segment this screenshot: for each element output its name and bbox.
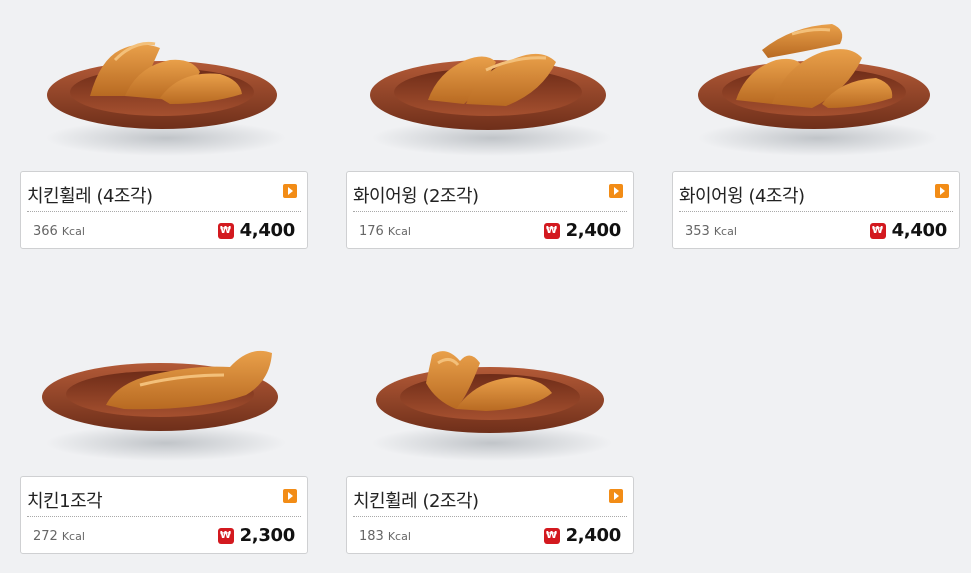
menu-card[interactable]: 치킨휠레 (2조각) 183 Kcal ₩ 2,400 (346, 476, 634, 554)
menu-card[interactable]: 화이어윙 (4조각) 353 Kcal ₩ 4,400 (672, 171, 960, 249)
menu-card[interactable]: 화이어윙 (2조각) 176 Kcal ₩ 2,400 (346, 171, 634, 249)
detail-arrow-icon[interactable] (283, 489, 297, 503)
divider (27, 516, 301, 517)
price: ₩ 4,400 (217, 220, 296, 241)
chicken-1pc-image[interactable] (20, 305, 308, 475)
price-amount: 4,400 (891, 220, 948, 241)
detail-arrow-icon[interactable] (609, 489, 623, 503)
menu-card[interactable]: 치킨1조각 272 Kcal ₩ 2,300 (20, 476, 308, 554)
price-amount: 2,300 (239, 525, 296, 546)
chicken-fillet-2pc-image[interactable] (346, 305, 634, 475)
calories: 353 Kcal (685, 224, 737, 239)
menu-item-name[interactable]: 화이어윙 (2조각) (353, 182, 479, 208)
calories: 272 Kcal (33, 529, 85, 544)
menu-item[interactable]: 화이어윙 (2조각) 176 Kcal ₩ 2,400 (346, 0, 634, 265)
menu-card[interactable]: 치킨휠레 (4조각) 366 Kcal ₩ 4,400 (20, 171, 308, 249)
divider (679, 211, 953, 212)
detail-arrow-icon[interactable] (283, 184, 297, 198)
menu-item-name[interactable]: 치킨휠레 (4조각) (27, 182, 153, 208)
price: ₩ 4,400 (869, 220, 948, 241)
menu-item[interactable]: 치킨1조각 272 Kcal ₩ 2,300 (20, 305, 308, 570)
won-icon: ₩ (543, 527, 560, 544)
divider (353, 211, 627, 212)
price-amount: 4,400 (239, 220, 296, 241)
calories: 183 Kcal (359, 529, 411, 544)
price: ₩ 2,400 (543, 525, 622, 546)
fire-wing-2pc-image[interactable] (346, 0, 634, 170)
chicken-fillet-4pc-image[interactable] (20, 0, 308, 170)
menu-item[interactable]: 화이어윙 (4조각) 353 Kcal ₩ 4,400 (672, 0, 960, 265)
won-icon: ₩ (217, 222, 234, 239)
fire-wing-4pc-image[interactable] (672, 0, 960, 170)
won-icon: ₩ (217, 527, 234, 544)
price: ₩ 2,300 (217, 525, 296, 546)
menu-item-name[interactable]: 치킨1조각 (27, 487, 103, 513)
detail-arrow-icon[interactable] (935, 184, 949, 198)
price-amount: 2,400 (565, 220, 622, 241)
menu-item[interactable]: 치킨휠레 (4조각) 366 Kcal ₩ 4,400 (20, 0, 308, 265)
won-icon: ₩ (869, 222, 886, 239)
price: ₩ 2,400 (543, 220, 622, 241)
price-amount: 2,400 (565, 525, 622, 546)
menu-item[interactable]: 치킨휠레 (2조각) 183 Kcal ₩ 2,400 (346, 305, 634, 570)
menu-item-name[interactable]: 치킨휠레 (2조각) (353, 487, 479, 513)
divider (27, 211, 301, 212)
detail-arrow-icon[interactable] (609, 184, 623, 198)
won-icon: ₩ (543, 222, 560, 239)
calories: 176 Kcal (359, 224, 411, 239)
menu-item-name[interactable]: 화이어윙 (4조각) (679, 182, 805, 208)
divider (353, 516, 627, 517)
calories: 366 Kcal (33, 224, 85, 239)
